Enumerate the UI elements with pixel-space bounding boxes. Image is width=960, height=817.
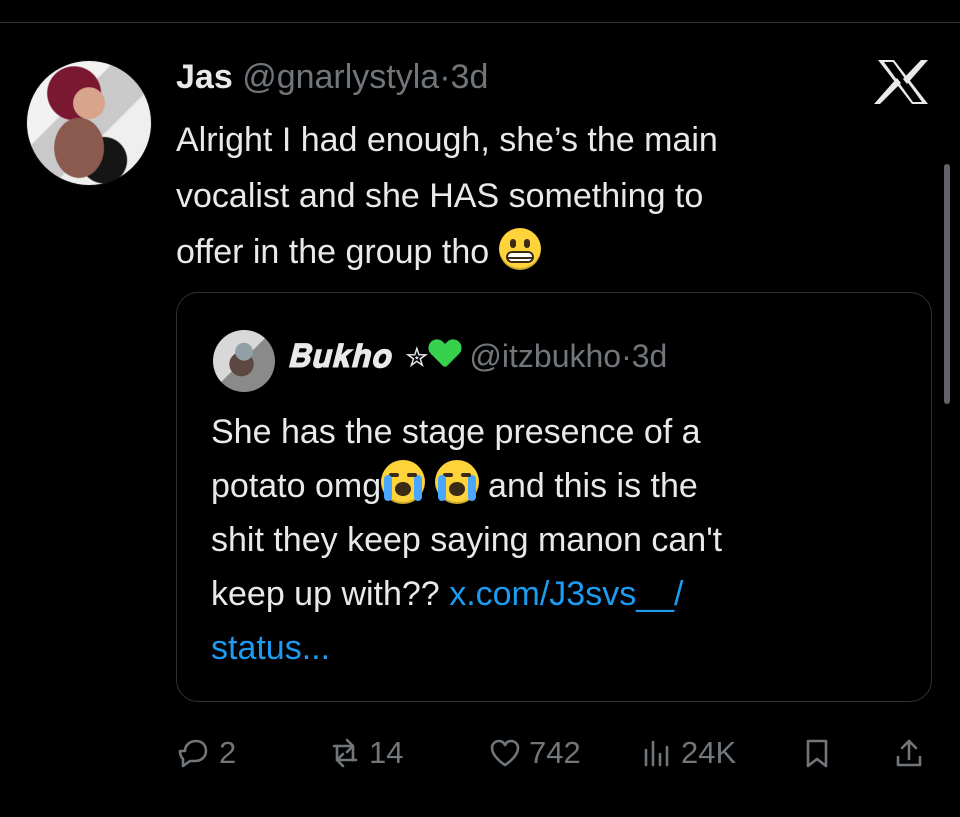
quoted-text-line: shit they keep saying manon can't	[211, 521, 723, 559]
share-icon	[896, 739, 922, 767]
repost-button[interactable]: 14	[326, 732, 403, 774]
views-button[interactable]: 24K	[638, 732, 736, 774]
tweet-text-line: vocalist and she HAS something to	[176, 177, 704, 215]
quoted-tweet-header: 𝐁𝐮𝐤𝐡𝐨 ✮ @itzbukho·3d	[287, 331, 667, 383]
reply-button[interactable]: 2	[176, 732, 236, 774]
views-icon	[644, 740, 669, 767]
tweet-time[interactable]: 3d	[451, 58, 489, 96]
quoted-text-fragment: and this is the	[488, 467, 698, 505]
status-link-continuation[interactable]: status...	[211, 621, 893, 675]
quoted-text-fragment: potato omg	[211, 467, 382, 505]
quoted-text-line: keep up with?? x.com/J3svs__/	[211, 567, 893, 621]
quoted-tweet-card[interactable]: 𝐁𝐮𝐤𝐡𝐨 ✮ @itzbukho·3d She has the stage p…	[176, 292, 932, 702]
like-button[interactable]: 742	[486, 732, 581, 774]
author-handle[interactable]: @gnarlystyla	[242, 58, 439, 96]
reply-count: 2	[219, 735, 237, 770]
quoted-author-avatar[interactable]	[213, 330, 275, 392]
quoted-text-fragment: keep up with??	[211, 575, 440, 613]
scrollbar-thumb[interactable]	[944, 164, 950, 404]
tweet-actions: 2 14 742 24K	[176, 724, 928, 782]
quoted-text-line: She has the stage presence of a	[211, 413, 701, 451]
views-count: 24K	[681, 735, 737, 770]
tweet-text-line-text: offer in the group tho	[176, 233, 490, 271]
status-link[interactable]: x.com/J3svs__/	[449, 575, 683, 613]
loudly-crying-face-emoji	[434, 460, 479, 504]
green-heart-icon	[429, 340, 461, 368]
bookmark-icon	[806, 739, 828, 768]
author-avatar[interactable]	[26, 60, 152, 186]
separator-dot: ·	[621, 338, 632, 374]
repost-icon	[332, 738, 358, 768]
tweet-text-line: Alright I had enough, she’s the main	[176, 121, 718, 159]
tweet-text: Alright I had enough, she’s the main voc…	[176, 112, 896, 280]
separator-dot: ·	[439, 58, 451, 96]
quoted-text-line: potato omg and this is the	[211, 459, 893, 513]
star-icon: ✮	[405, 342, 429, 373]
author-name[interactable]: Jas	[176, 58, 233, 96]
share-button[interactable]	[890, 732, 928, 774]
quoted-tweet-time[interactable]: 3d	[632, 338, 668, 374]
like-icon	[490, 739, 520, 767]
reply-icon	[178, 739, 208, 768]
quoted-author-name[interactable]: 𝐁𝐮𝐤𝐡𝐨	[287, 337, 391, 375]
grimacing-face-emoji	[498, 228, 541, 270]
repost-count: 14	[369, 735, 404, 770]
tweet-header: Jas @gnarlystyla·3d	[176, 54, 488, 100]
x-logo-icon[interactable]	[874, 56, 932, 108]
bookmark-button[interactable]	[798, 732, 836, 774]
top-divider	[0, 22, 960, 23]
quoted-author-handle[interactable]: @itzbukho	[469, 338, 621, 374]
like-count: 742	[529, 735, 581, 770]
tweet-text-line: offer in the group tho	[176, 224, 896, 280]
quoted-tweet-text: She has the stage presence of a potato o…	[211, 405, 893, 675]
loudly-crying-face-emoji	[381, 460, 426, 504]
